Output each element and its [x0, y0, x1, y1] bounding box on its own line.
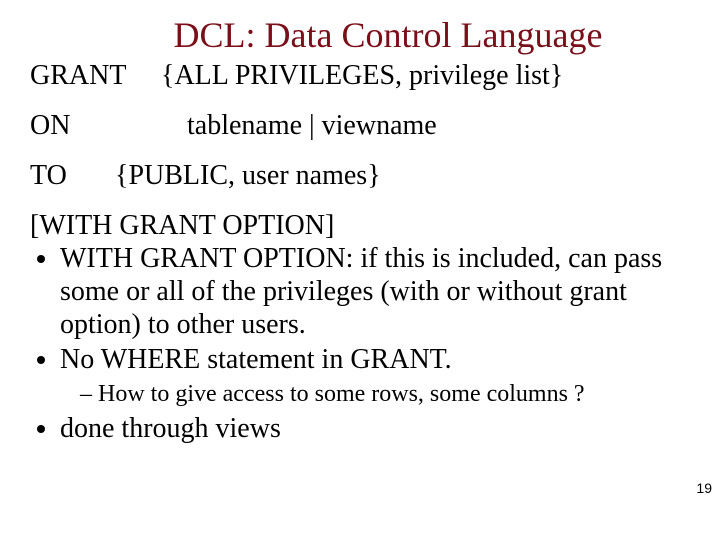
bullet-no-where-text: No WHERE statement in GRANT.	[60, 344, 452, 375]
bullet-done-through-views: done through views	[60, 412, 690, 445]
bullet-with-grant-option: WITH GRANT OPTION: if this is included, …	[60, 242, 690, 341]
with-grant-option-line: [WITH GRANT OPTION]	[30, 210, 690, 242]
on-keyword: ON	[30, 110, 180, 142]
grant-keyword: GRANT	[30, 60, 154, 92]
sub-bullet-list: How to give access to some rows, some co…	[60, 380, 690, 408]
syntax-to-line: TO {PUBLIC, user names}	[30, 160, 690, 192]
page-number: 19	[696, 480, 712, 496]
bullet-list: WITH GRANT OPTION: if this is included, …	[30, 242, 690, 445]
to-args: {PUBLIC, user names}	[115, 160, 381, 191]
bullet-no-where: No WHERE statement in GRANT. How to give…	[60, 343, 690, 408]
sub-bullet-how-access: How to give access to some rows, some co…	[80, 380, 690, 408]
syntax-grant-line: GRANT {ALL PRIVILEGES, privilege list}	[30, 60, 690, 92]
to-keyword: TO	[30, 160, 108, 192]
grant-args: {ALL PRIVILEGES, privilege list}	[161, 60, 563, 91]
on-args: tablename | viewname	[187, 110, 437, 141]
slide-title: DCL: Data Control Language	[86, 14, 690, 56]
syntax-on-line: ON tablename | viewname	[30, 110, 690, 142]
